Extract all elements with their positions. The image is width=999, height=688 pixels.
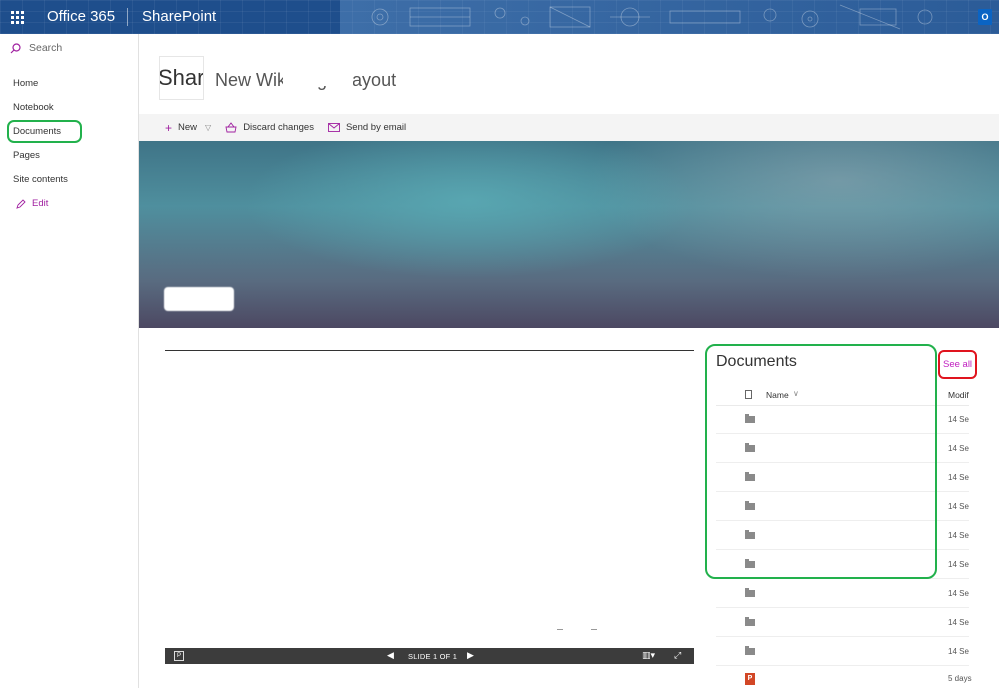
discard-changes-button[interactable]: Discard changes: [225, 122, 314, 133]
site-logo-text: Share: [159, 65, 204, 90]
modified-date: 14 Sep: [948, 531, 969, 540]
document-row[interactable]: 14 Sep: [716, 580, 969, 608]
see-all-link[interactable]: See all: [943, 359, 972, 370]
office365-brand-link[interactable]: Office 365: [47, 8, 115, 25]
content-divider: [165, 350, 694, 351]
modified-date: 14 Sep: [948, 560, 969, 569]
suite-bar: Office 365 SharePoint O: [0, 0, 999, 34]
modified-date: 14 Sep: [948, 618, 969, 627]
document-row[interactable]: 14 Sep: [716, 638, 969, 666]
nav-item-site-contents[interactable]: Site contents: [13, 174, 68, 185]
document-row[interactable]: 14 Sep: [716, 609, 969, 637]
name-column-header[interactable]: Name: [766, 390, 789, 400]
modified-date: 14 Sep: [948, 444, 969, 453]
folder-icon: [745, 646, 755, 655]
new-button[interactable]: + New ▽: [165, 122, 211, 134]
search-placeholder: Search: [29, 42, 63, 54]
modified-date: 5 days: [948, 674, 972, 683]
search-box[interactable]: Search: [10, 41, 62, 55]
documents-webpart-title: Documents: [716, 353, 797, 370]
fullscreen-button[interactable]: ⤢: [674, 650, 681, 661]
powerpoint-file-icon: P: [745, 673, 755, 685]
waffle-icon: [10, 10, 24, 24]
modified-date: 14 Sep: [948, 415, 969, 424]
file-type-icon: [745, 390, 752, 399]
view-options-button[interactable]: ▥▾: [642, 650, 655, 661]
discard-changes-label: Discard changes: [243, 122, 314, 133]
modified-date: 14 Sep: [948, 502, 969, 511]
document-row[interactable]: 14 Sep: [716, 522, 969, 550]
hero-banner-image: [139, 141, 999, 328]
document-row[interactable]: 14 Sep: [716, 435, 969, 463]
outlook-icon[interactable]: O: [978, 9, 992, 25]
previous-slide-button[interactable]: ◀: [387, 650, 394, 661]
folder-icon: [745, 530, 755, 539]
modified-date: 14 Sep: [948, 647, 969, 656]
slide-counter: SLIDE 1 OF 1: [408, 652, 458, 661]
chevron-down-icon[interactable]: ∨: [793, 389, 799, 398]
document-row[interactable]: 14 Sep: [716, 464, 969, 492]
document-row[interactable]: 14 Sep: [716, 406, 969, 434]
command-bar: + New ▽ Discard changes Send by email: [139, 114, 999, 141]
folder-icon: [745, 559, 755, 568]
folder-icon: [745, 588, 755, 597]
search-icon: [10, 42, 21, 53]
modified-column-header[interactable]: Modified: [948, 390, 969, 400]
nav-item-home[interactable]: Home: [13, 78, 38, 89]
nav-item-pages[interactable]: Pages: [13, 150, 40, 161]
send-by-email-button[interactable]: Send by email: [328, 122, 406, 133]
embed-artifact: [557, 629, 597, 630]
plus-icon: +: [165, 120, 173, 135]
blueprint-theme-decoration: [371, 4, 933, 30]
suite-divider: [127, 8, 128, 26]
next-slide-button[interactable]: ▶: [467, 650, 474, 661]
redaction-block: [283, 66, 353, 86]
documents-list-header: Name ∨ Modified: [716, 386, 969, 406]
app-launcher-button[interactable]: [0, 0, 34, 34]
nav-item-notebook[interactable]: Notebook: [13, 102, 54, 113]
modified-date: 14 Sep: [948, 589, 969, 598]
send-by-email-label: Send by email: [345, 122, 407, 133]
modified-date: 14 Sep: [948, 473, 969, 482]
new-button-label: New: [178, 122, 198, 133]
nav-edit-link[interactable]: Edit: [16, 198, 48, 209]
chevron-down-icon: ▽: [205, 123, 212, 132]
hero-title-redacted: [164, 287, 234, 311]
document-row[interactable]: 14 Sep: [716, 493, 969, 521]
left-navigation: Search Home Notebook Documents Pages Sit…: [0, 34, 139, 688]
site-logo[interactable]: Share: [159, 56, 204, 100]
folder-icon: [745, 617, 755, 626]
mail-icon: [328, 123, 340, 132]
folder-icon: [745, 443, 755, 452]
folder-icon: [745, 414, 755, 423]
powerpoint-icon: P: [174, 651, 184, 661]
powerpoint-embed-toolbar: P ◀ SLIDE 1 OF 1 ▶ ▥▾ ⤢: [165, 648, 694, 664]
pencil-icon: [16, 198, 26, 209]
discard-icon: [225, 122, 237, 133]
document-row[interactable]: 14 Sep: [716, 551, 969, 579]
nav-item-documents[interactable]: Documents: [13, 126, 61, 137]
sharepoint-app-link[interactable]: SharePoint: [142, 8, 216, 25]
folder-icon: [745, 472, 755, 481]
folder-icon: [745, 501, 755, 510]
document-row[interactable]: P 5 days: [716, 666, 972, 688]
nav-edit-label: Edit: [32, 198, 49, 209]
